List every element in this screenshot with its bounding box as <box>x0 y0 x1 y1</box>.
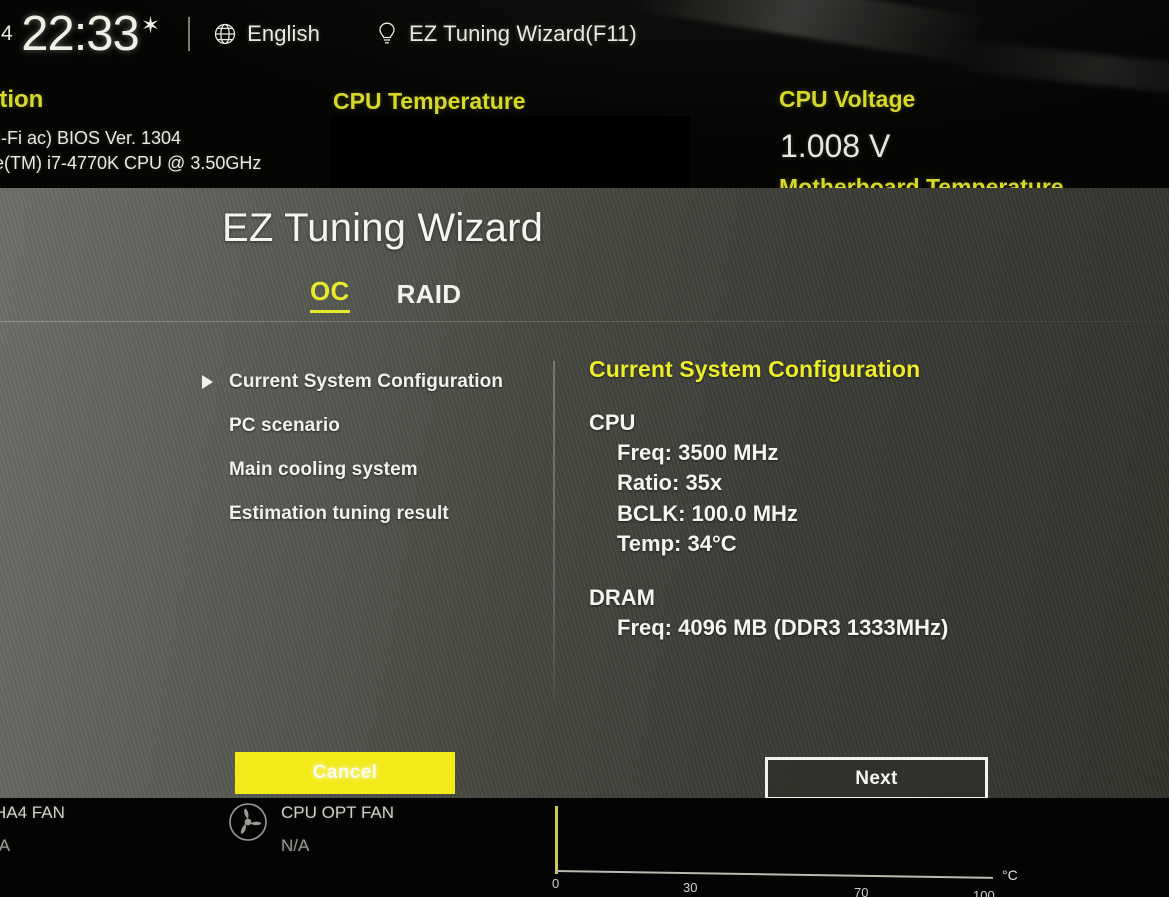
sidebar-item-label: Main cooling system <box>229 459 418 480</box>
tab-oc[interactable]: OC <box>310 276 350 313</box>
toolbar-divider <box>188 17 191 51</box>
gauge-tick-30: 30 <box>683 880 698 895</box>
temperature-gauge: 0 30 70 100 °C <box>552 806 1112 897</box>
triangle-right-icon <box>202 375 213 389</box>
sidebar-item-estimation-tuning-result[interactable]: Estimation tuning result <box>200 492 540 536</box>
cpu-temp-row: Temp: 34°C <box>617 531 737 557</box>
sidebar-item-label: Estimation tuning result <box>229 503 449 524</box>
ez-tuning-wizard-label: EZ Tuning Wizard(F11) <box>408 21 637 46</box>
gauge-unit-label: °C <box>1002 867 1018 883</box>
dialog-tabs: OC RAID <box>310 276 461 313</box>
cpu-group-label: CPU <box>589 410 636 435</box>
lightbulb-icon <box>375 21 399 47</box>
gauge-y-axis <box>555 806 558 874</box>
cancel-button[interactable]: Cancel <box>235 752 455 794</box>
sidebar-item-current-system-configuration[interactable]: Current System Configuration <box>200 360 540 404</box>
cpu-ratio-row: Ratio: 35x <box>617 470 723 496</box>
date-fragment: 4 <box>1 22 13 45</box>
bios-version-line: Wi-Fi ac) BIOS Ver. 1304 <box>0 128 182 148</box>
bios-screen: 4 22:33 ✶ English EZ Tuning Wizard(F11) … <box>0 0 1169 897</box>
dialog-header-divider <box>0 321 1169 322</box>
cpu-voltage-value: 1.008 V <box>780 128 891 164</box>
cpu-bclk-row: BCLK: 100.0 MHz <box>617 500 798 526</box>
detail-panel: Current System Configuration CPU Freq: 3… <box>589 356 1109 644</box>
gauge-x-axis <box>554 870 993 879</box>
language-selector[interactable]: English <box>213 21 320 47</box>
fan-label-cpu-opt: CPU OPT FAN <box>281 803 395 822</box>
sidebar-item-pc-scenario[interactable]: PC scenario <box>200 404 540 448</box>
dram-group-label: DRAM <box>589 585 655 611</box>
ez-tuning-wizard-dialog: EZ Tuning Wizard OC RAID Current System … <box>0 188 1169 799</box>
language-label: English <box>247 21 320 46</box>
cpu-temperature-panel-bg <box>330 116 690 190</box>
information-section-label: ation <box>0 86 44 113</box>
gauge-tick-100: 100 <box>973 888 995 897</box>
panel-divider <box>553 361 555 701</box>
sidebar-item-label: PC scenario <box>229 415 340 436</box>
gauge-tick-0: 0 <box>552 876 560 891</box>
fan-value-cpu-opt: N/A <box>281 836 310 855</box>
next-button[interactable]: Next <box>765 757 988 799</box>
ez-tuning-wizard-button[interactable]: EZ Tuning Wizard(F11) <box>375 21 637 47</box>
cpu-freq-row: Freq: 3500 MHz <box>617 440 779 465</box>
fan-value-cha4: /A <box>0 836 11 855</box>
wizard-step-list: Current System Configuration PC scenario… <box>200 360 540 536</box>
sidebar-item-label: Current System Configuration <box>229 371 504 392</box>
gauge-tick-70: 70 <box>854 885 869 897</box>
system-clock: 22:33 <box>21 6 140 61</box>
dialog-title: EZ Tuning Wizard <box>222 206 544 250</box>
cpu-temperature-label: CPU Temperature <box>333 88 526 114</box>
dram-freq-row: Freq: 4096 MB (DDR3 1333MHz) <box>617 615 949 641</box>
gear-icon[interactable]: ✶ <box>141 14 160 37</box>
tab-raid[interactable]: RAID <box>397 279 462 313</box>
cpu-voltage-label: CPU Voltage <box>779 86 916 112</box>
detail-heading: Current System Configuration <box>589 356 921 382</box>
globe-icon <box>213 22 237 46</box>
fan-label-cha4: HA4 FAN <box>0 803 65 822</box>
fan-icon <box>228 802 268 842</box>
sidebar-item-main-cooling-system[interactable]: Main cooling system <box>200 448 540 492</box>
cpu-model-line: ore(TM) i7-4770K CPU @ 3.50GHz <box>0 153 262 173</box>
top-status-bar: 4 22:33 ✶ English EZ Tuning Wizard(F11) <box>0 0 1169 68</box>
